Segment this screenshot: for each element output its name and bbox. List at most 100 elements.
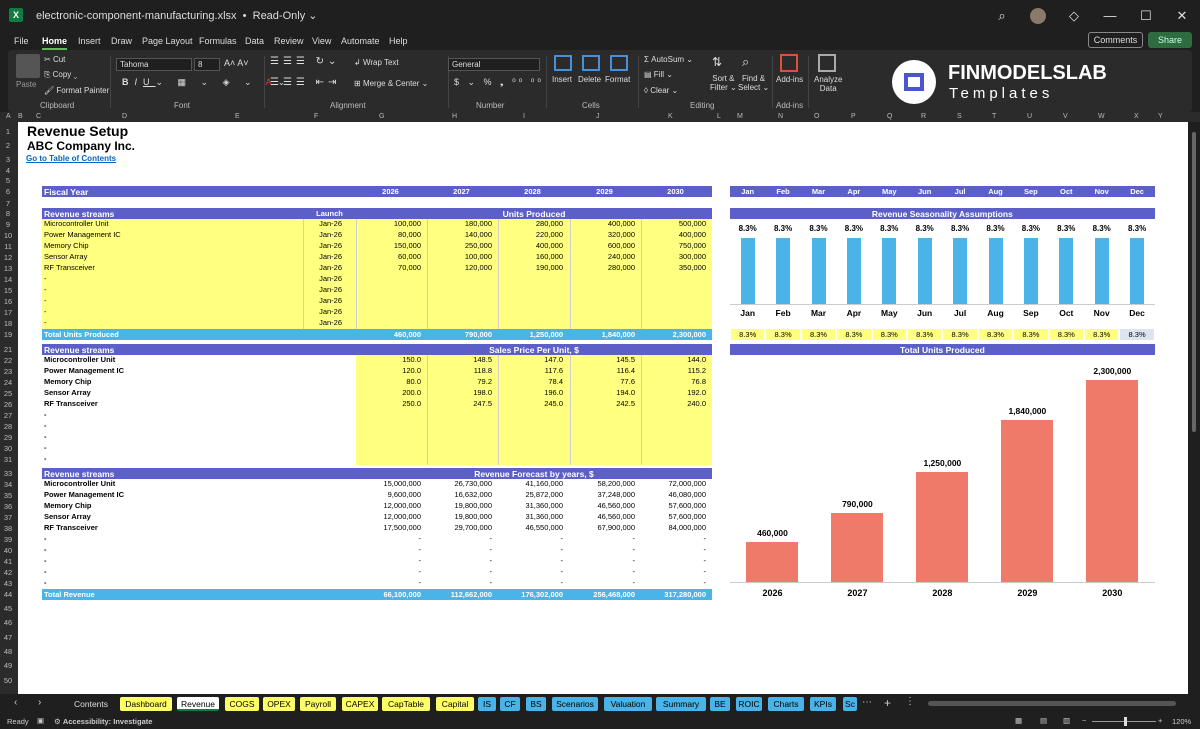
zoom-in-icon[interactable]: + bbox=[1158, 716, 1162, 725]
autosum-button[interactable]: Σ AutoSum ⌄ bbox=[644, 55, 693, 64]
insert-cells-icon[interactable] bbox=[554, 55, 572, 71]
format-cells-icon[interactable] bbox=[610, 55, 628, 71]
diamond-icon[interactable]: ◇ bbox=[1056, 8, 1092, 24]
clear-button[interactable]: ◊ Clear ⌄ bbox=[644, 86, 678, 95]
units-row-launch[interactable]: Jan-26 bbox=[303, 307, 342, 316]
price-row-value[interactable]: 240.0 bbox=[641, 399, 706, 408]
column-header-t[interactable]: T bbox=[992, 113, 996, 120]
tab-cogs[interactable]: COGS bbox=[225, 697, 259, 711]
menu-data[interactable]: Data bbox=[245, 36, 264, 46]
units-row-launch[interactable]: Jan-26 bbox=[303, 296, 342, 305]
tab-dashboard[interactable]: Dashboard bbox=[120, 697, 172, 711]
column-header-a[interactable]: A bbox=[6, 113, 11, 120]
units-row-name[interactable]: - bbox=[44, 274, 47, 283]
row-header-37[interactable]: 37 bbox=[0, 513, 16, 522]
font-name-select[interactable]: Tahoma bbox=[116, 58, 192, 71]
tab-capex[interactable]: CAPEX bbox=[342, 697, 378, 711]
row-header-19[interactable]: 19 bbox=[0, 330, 16, 339]
column-header-g[interactable]: G bbox=[379, 113, 384, 120]
row-header-29[interactable]: 29 bbox=[0, 433, 16, 442]
units-row-name[interactable]: Sensor Array bbox=[44, 252, 87, 261]
units-row-launch[interactable]: Jan-26 bbox=[303, 285, 342, 294]
price-row-value[interactable]: 148.5 bbox=[427, 355, 492, 364]
row-header-10[interactable]: 10 bbox=[0, 231, 16, 240]
row-header-23[interactable]: 23 bbox=[0, 367, 16, 376]
units-row-value[interactable]: 750,000 bbox=[641, 241, 706, 250]
sort-filter-button[interactable]: Sort & Filter ⌄ bbox=[710, 74, 737, 92]
comments-button[interactable]: Comments bbox=[1088, 32, 1143, 48]
units-row-name[interactable]: - bbox=[44, 296, 47, 305]
price-row-value[interactable]: 150.0 bbox=[356, 355, 421, 364]
maximize-icon[interactable]: ☐ bbox=[1128, 8, 1164, 24]
analyze-data-icon[interactable] bbox=[818, 54, 836, 72]
row-header-25[interactable]: 25 bbox=[0, 389, 16, 398]
insert-button[interactable]: Insert bbox=[552, 75, 572, 84]
row-header-46[interactable]: 46 bbox=[0, 618, 16, 627]
seasonality-input-jul[interactable]: 8.3% bbox=[943, 329, 977, 340]
price-row-value[interactable]: 116.4 bbox=[570, 366, 635, 375]
units-row-value[interactable]: 600,000 bbox=[570, 241, 635, 250]
seasonality-input-oct[interactable]: 8.3% bbox=[1049, 329, 1083, 340]
tab-kpis[interactable]: KPIs bbox=[810, 697, 836, 711]
price-row-value[interactable]: 145.5 bbox=[570, 355, 635, 364]
tab-summary[interactable]: Summary bbox=[656, 697, 706, 711]
close-icon[interactable]: ✕ bbox=[1164, 8, 1200, 24]
row-header-4[interactable]: 4 bbox=[0, 166, 16, 175]
units-row-value[interactable]: 100,000 bbox=[356, 219, 421, 228]
tab-contents[interactable]: Contents bbox=[66, 697, 116, 711]
price-row-value[interactable]: 120.0 bbox=[356, 366, 421, 375]
row-header-47[interactable]: 47 bbox=[0, 633, 16, 642]
row-header-13[interactable]: 13 bbox=[0, 264, 16, 273]
tab-bs[interactable]: BS bbox=[526, 697, 546, 711]
avatar[interactable] bbox=[1030, 7, 1046, 24]
column-header-y[interactable]: Y bbox=[1158, 113, 1163, 120]
row-header-2[interactable]: 2 bbox=[0, 141, 16, 150]
zoom-out-icon[interactable]: − bbox=[1082, 716, 1086, 725]
seasonality-input-aug[interactable]: 8.3% bbox=[978, 329, 1013, 340]
font-style-buttons[interactable]: BIU⌄ ▦ ⌄ ◈ ⌄ A⌄ bbox=[122, 77, 291, 88]
units-row-value[interactable]: 190,000 bbox=[498, 263, 563, 272]
tab-is[interactable]: IS bbox=[478, 697, 496, 711]
row-header-8[interactable]: 8 bbox=[0, 209, 16, 218]
units-row-launch[interactable]: Jan-26 bbox=[303, 274, 342, 283]
menu-page-layout[interactable]: Page Layout bbox=[142, 36, 193, 46]
page-break-icon[interactable]: ▥ bbox=[1063, 716, 1070, 725]
row-header-28[interactable]: 28 bbox=[0, 422, 16, 431]
units-row-value[interactable]: 80,000 bbox=[356, 230, 421, 239]
row-header-38[interactable]: 38 bbox=[0, 524, 16, 533]
column-header-u[interactable]: U bbox=[1027, 113, 1032, 120]
price-row-value[interactable]: 200.0 bbox=[356, 388, 421, 397]
row-header-42[interactable]: 42 bbox=[0, 568, 16, 577]
price-row-value[interactable]: 196.0 bbox=[498, 388, 563, 397]
fill-button[interactable]: ▤ Fill ⌄ bbox=[644, 70, 673, 79]
seasonality-input-jan[interactable]: 8.3% bbox=[731, 329, 765, 340]
units-row-name[interactable]: Memory Chip bbox=[44, 241, 89, 250]
tab-capital[interactable]: Capital bbox=[436, 697, 474, 711]
seasonality-input-sep[interactable]: 8.3% bbox=[1014, 329, 1048, 340]
column-header-i[interactable]: I bbox=[523, 113, 525, 120]
units-row-value[interactable]: 60,000 bbox=[356, 252, 421, 261]
units-row-value[interactable]: 150,000 bbox=[356, 241, 421, 250]
units-row-value[interactable]: 220,000 bbox=[498, 230, 563, 239]
row-header-30[interactable]: 30 bbox=[0, 444, 16, 453]
accessibility-status[interactable]: ⚙ Accessibility: Investigate bbox=[54, 717, 152, 726]
column-header-h[interactable]: H bbox=[452, 113, 457, 120]
price-row-value[interactable]: 76.8 bbox=[641, 377, 706, 386]
zoom-level[interactable]: 120% bbox=[1172, 717, 1191, 726]
row-header-16[interactable]: 16 bbox=[0, 297, 16, 306]
tab-roic[interactable]: ROIC bbox=[736, 697, 762, 711]
add-sheet-icon[interactable]: + bbox=[884, 696, 891, 710]
normal-view-icon[interactable]: ▦ bbox=[1015, 716, 1022, 725]
column-header-k[interactable]: K bbox=[668, 113, 673, 120]
more-tabs-icon[interactable]: ⋯ bbox=[862, 697, 872, 708]
price-row-value[interactable]: 117.6 bbox=[498, 366, 563, 375]
find-select-button[interactable]: Find & Select ⌄ bbox=[738, 74, 769, 92]
paste-icon[interactable] bbox=[16, 54, 40, 78]
merge-center-button[interactable]: ⊞ Merge & Center ⌄ bbox=[354, 79, 428, 88]
row-header-7[interactable]: 7 bbox=[0, 199, 16, 208]
toc-link[interactable]: Go to Table of Contents bbox=[26, 154, 116, 163]
units-row-name[interactable]: - bbox=[44, 318, 47, 327]
row-header-27[interactable]: 27 bbox=[0, 411, 16, 420]
column-header-n[interactable]: N bbox=[778, 113, 783, 120]
seasonality-input-mar[interactable]: 8.3% bbox=[801, 329, 836, 340]
